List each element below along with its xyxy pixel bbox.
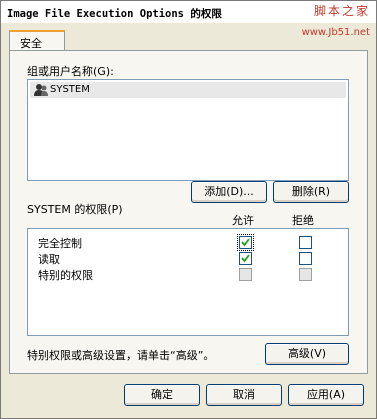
- window-title: Image File Execution Options 的权限: [7, 8, 222, 20]
- allow-column-header: 允许: [232, 214, 254, 227]
- permission-name: 完全控制: [38, 237, 82, 250]
- remove-button[interactable]: 删除(R): [273, 181, 349, 203]
- allow-checkbox-special: [239, 268, 252, 281]
- permission-name: 读取: [38, 253, 60, 266]
- security-panel: 组或用户名称(G): SYSTEM 添加(D)... 删除(R) SYSTEM …: [9, 50, 368, 374]
- deny-checkbox-read[interactable]: [299, 252, 312, 265]
- table-row: 读取: [28, 250, 344, 266]
- add-button[interactable]: 添加(D)...: [191, 181, 267, 203]
- deny-checkbox-special: [299, 268, 312, 281]
- tab-security[interactable]: 安全: [9, 30, 65, 52]
- list-item[interactable]: SYSTEM: [30, 82, 346, 98]
- deny-column-header: 拒绝: [292, 214, 314, 227]
- user-name: SYSTEM: [50, 84, 90, 95]
- table-row: 特别的权限: [28, 266, 344, 282]
- ok-button[interactable]: 确定: [124, 384, 200, 406]
- group-users-label: 组或用户名称(G):: [27, 65, 114, 78]
- allow-checkbox-full-control[interactable]: [237, 234, 254, 251]
- users-listbox[interactable]: SYSTEM: [27, 79, 349, 181]
- permissions-dialog: Image File Execution Options 的权限 脚本之家 ww…: [0, 0, 377, 419]
- permissions-list: 完全控制 读取 特别的权限: [27, 228, 349, 336]
- table-row: 完全控制: [28, 234, 344, 251]
- watermark-site-name: 脚本之家: [313, 4, 370, 18]
- permission-name: 特别的权限: [38, 269, 93, 282]
- user-group-icon: [34, 83, 48, 97]
- advanced-note: 特别权限或高级设置，请单击“高级”。: [27, 349, 215, 362]
- watermark-url: www.Jb51.net: [301, 27, 370, 38]
- title-bar: Image File Execution Options 的权限 脚本之家: [1, 1, 376, 23]
- deny-checkbox-full-control[interactable]: [299, 236, 312, 249]
- apply-button[interactable]: 应用(A): [288, 384, 364, 406]
- permissions-label: SYSTEM 的权限(P): [27, 203, 123, 216]
- tab-security-label: 安全: [20, 37, 42, 50]
- cancel-button[interactable]: 取消: [206, 384, 282, 406]
- advanced-button[interactable]: 高级(V): [265, 343, 349, 365]
- allow-checkbox-read[interactable]: [239, 252, 252, 265]
